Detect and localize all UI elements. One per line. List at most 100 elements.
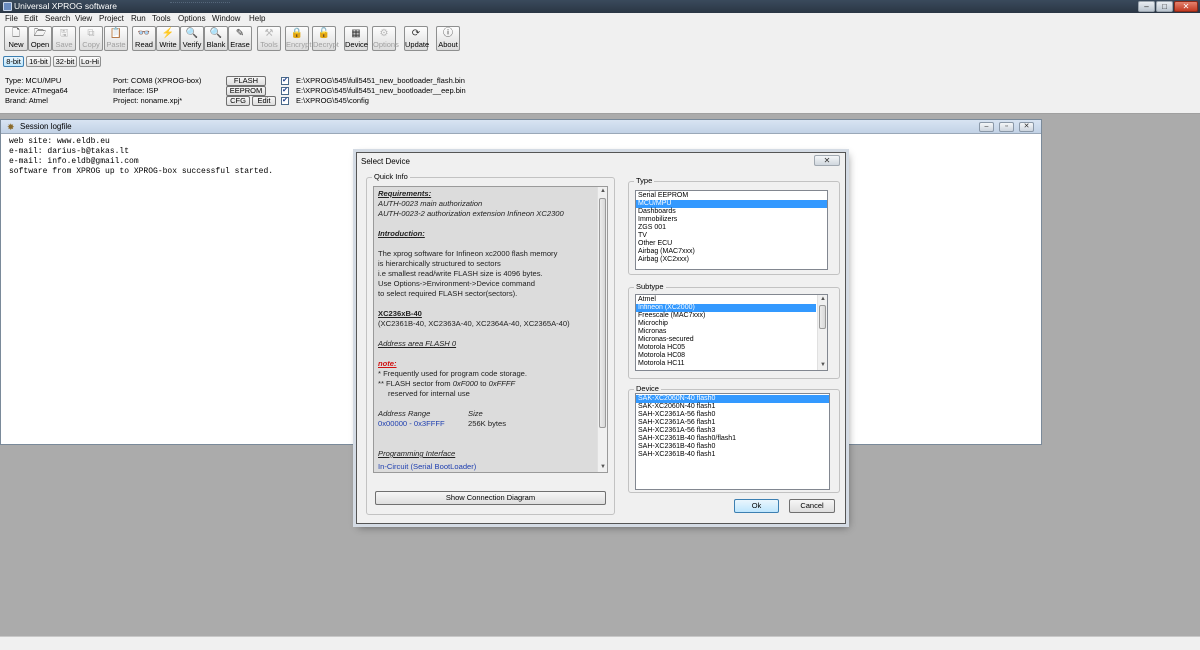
bit-8-button[interactable]: 8-bit [3,56,24,67]
type-item[interactable]: Airbag (MAC7xxx) [636,248,827,256]
menu-help[interactable]: Help [249,14,265,24]
dialog-title: Select Device [361,157,410,166]
device-item[interactable]: SAH-XC2361A-56 flash0 [636,411,829,419]
subtype-group: Subtype Atmel Infineon (XC2000) Freescal… [628,282,840,379]
about-button[interactable]: ⓘ About [436,26,460,51]
subtype-item[interactable]: Motorola HC05 [636,344,816,352]
type-group: Type Serial EEPROM MCU/MPU Dashboards Im… [628,176,840,275]
title-bar-ghost [170,2,230,10]
scroll-thumb[interactable] [819,305,826,329]
flash-button[interactable]: FLASH [226,76,266,86]
tools-button[interactable]: ⚒ Tools [257,26,281,51]
device-item[interactable]: SAK-XC2060N-40 flash1 [636,403,829,411]
subtype-item[interactable]: Atmel [636,296,816,304]
subtype-list[interactable]: Atmel Infineon (XC2000) Freescale (MAC7x… [635,294,828,371]
device-item[interactable]: SAH-XC2361B-40 flash1 [636,451,829,459]
new-button[interactable]: 🗋 New [4,26,28,51]
subtype-item[interactable]: Motorola HC11 [636,360,816,368]
type-item[interactable]: TV [636,232,827,240]
scroll-up-icon[interactable]: ▲ [818,295,827,304]
subtype-item[interactable]: Micronas-secured [636,336,816,344]
blank-button[interactable]: 🔍 Blank [204,26,228,51]
close-button[interactable]: ✕ [1174,1,1198,12]
type-item[interactable]: Other ECU [636,240,827,248]
read-label: Read [135,40,153,49]
update-button[interactable]: ⟳ Update [404,26,429,51]
device-item-selected[interactable]: SAK-XC2060N-40 flash0 [636,395,829,403]
scroll-down-icon[interactable]: ▼ [598,463,607,472]
eeprom-button[interactable]: EEPROM [226,86,266,96]
decrypt-button[interactable]: 🔓 Decrypt [312,26,339,51]
show-connection-diagram-button[interactable]: Show Connection Diagram [375,491,606,505]
device-item[interactable]: SAH-XC2361A-56 flash1 [636,419,829,427]
read-button[interactable]: 👓 Read [132,26,156,51]
device-button[interactable]: ▦ Device [344,26,368,51]
device-item[interactable]: SAH-XC2361B-40 flash0/flash1 [636,435,829,443]
type-label: Type [634,176,655,186]
subtype-item-selected[interactable]: Infineon (XC2000) [636,304,816,312]
menu-options[interactable]: Options [178,14,206,24]
menu-tools[interactable]: Tools [152,14,171,24]
device-list[interactable]: SAK-XC2060N-40 flash0 SAK-XC2060N-40 fla… [635,393,830,490]
select-device-dialog: Select Device ✕ Quick Info Requirements:… [356,152,846,524]
device-item[interactable]: SAH-XC2361B-40 flash0 [636,443,829,451]
minimize-button[interactable]: – [1138,1,1155,12]
subtype-scrollbar[interactable]: ▲ ▼ [817,295,827,370]
save-button[interactable]: 🖫 Save [52,26,76,51]
open-button[interactable]: 🗁 Open [28,26,52,51]
type-item-selected[interactable]: MCU/MPU [636,200,827,208]
scroll-down-icon[interactable]: ▼ [818,361,827,370]
paste-label: Paste [106,40,126,49]
menu-file[interactable]: File [5,14,18,24]
bit-16-button[interactable]: 16-bit [26,56,51,67]
scroll-up-icon[interactable]: ▲ [598,187,607,196]
cancel-button[interactable]: Cancel [789,499,835,513]
scroll-thumb[interactable] [599,198,606,428]
cfg-checkbox[interactable]: ✔ [281,97,289,105]
device-item[interactable]: SAH-XC2361A-56 flash3 [636,427,829,435]
flash-checkbox[interactable]: ✔ [281,77,289,85]
type-item[interactable]: ZGS 001 [636,224,827,232]
decrypt-label: Decrypt [313,40,339,49]
erase-button[interactable]: ✎ Erase [228,26,252,51]
session-restore-button[interactable]: ▫ [999,122,1014,132]
write-button[interactable]: ⚡ Write [156,26,180,51]
paste-button[interactable]: 📋 Paste [104,26,128,51]
menu-window[interactable]: Window [212,14,240,24]
type-list[interactable]: Serial EEPROM MCU/MPU Dashboards Immobil… [635,190,828,270]
menu-search[interactable]: Search [45,14,70,24]
lo-hi-button[interactable]: Lo-Hi [79,56,101,67]
quick-info-scrollbar[interactable]: ▲ ▼ [597,187,607,472]
menu-view[interactable]: View [75,14,92,24]
cfg-button[interactable]: CFG [226,96,250,106]
paste-icon: 📋 [109,28,123,39]
type-item[interactable]: Serial EEPROM [636,192,827,200]
subtype-item[interactable]: Microchip [636,320,816,328]
menu-edit[interactable]: Edit [24,14,38,24]
encrypt-button[interactable]: 🔒 Encrypt [285,26,311,51]
dialog-close-button[interactable]: ✕ [814,155,840,166]
subtype-item[interactable]: Motorola HC08 [636,352,816,360]
copy-button[interactable]: ⧉ Copy [79,26,103,51]
subtype-item[interactable]: Freescale (MAC7xxx) [636,312,816,320]
note-heading: note: [378,359,397,368]
new-label: New [8,40,24,49]
decrypt-icon: 🔓 [317,28,331,39]
session-minimize-button[interactable]: – [979,122,994,132]
edit-button[interactable]: Edit [252,96,276,106]
device-label: Device [345,40,368,49]
brand-info: Brand: Atmel [5,96,48,105]
session-close-button[interactable]: ✕ [1019,122,1034,132]
bit-32-button[interactable]: 32-bit [53,56,77,67]
eeprom-checkbox[interactable]: ✔ [281,87,289,95]
ok-button[interactable]: Ok [734,499,779,513]
subtype-item[interactable]: Micronas [636,328,816,336]
verify-button[interactable]: 🔍 Verify [180,26,204,51]
options-button[interactable]: ⚙ Options [372,26,399,51]
type-item[interactable]: Immobilizers [636,216,827,224]
type-item[interactable]: Airbag (XC2xxx) [636,256,827,264]
menu-run[interactable]: Run [131,14,146,24]
maximize-button[interactable]: □ [1156,1,1173,12]
menu-project[interactable]: Project [99,14,124,24]
type-item[interactable]: Dashboards [636,208,827,216]
